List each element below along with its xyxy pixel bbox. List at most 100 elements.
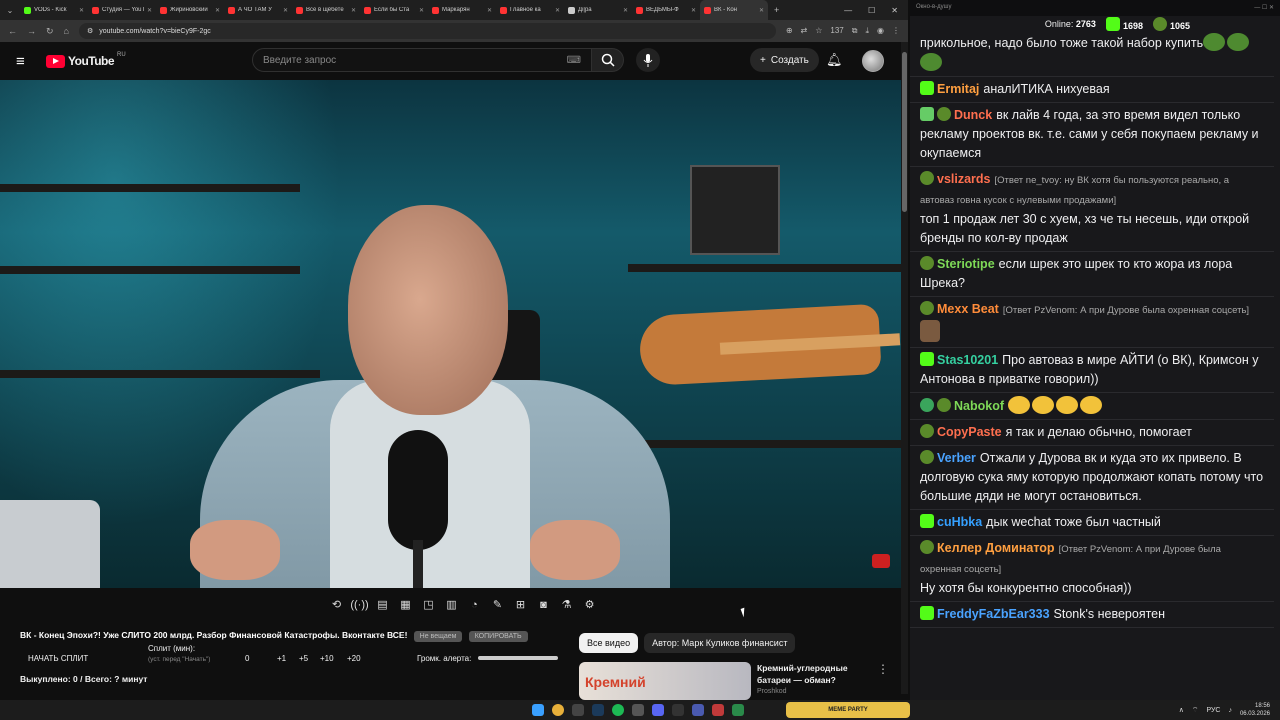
search-button[interactable] — [592, 48, 624, 72]
guide-menu-icon[interactable]: ≡ — [16, 53, 46, 70]
chat-username[interactable]: Steriotipe — [937, 257, 995, 271]
spotify-icon[interactable] — [612, 704, 624, 716]
tab-close-icon[interactable]: ✕ — [351, 7, 356, 14]
chip-author[interactable]: Автор: Марк Куликов финансист — [644, 633, 796, 653]
tab-close-icon[interactable]: ✕ — [555, 7, 560, 14]
new-tab-button[interactable]: + — [768, 5, 785, 15]
video-player[interactable] — [0, 80, 901, 588]
chat-username[interactable]: Mexx Beat — [937, 302, 999, 316]
add-screen-icon[interactable]: ⊞ — [512, 596, 529, 613]
chat-username[interactable]: CopyPaste — [937, 425, 1002, 439]
close-window-icon[interactable]: ✕ — [891, 6, 898, 15]
browser-tab[interactable]: ВК - Кон ✕ — [700, 0, 768, 20]
chat-window-controls[interactable]: — ☐ ✕ — [1254, 4, 1274, 12]
browser-tab[interactable]: Студия — YouTube✕ — [88, 0, 156, 20]
settings-gear-icon[interactable]: ⚙ — [581, 596, 598, 613]
zoom-icon[interactable]: ⊕ — [786, 26, 793, 36]
chat-username[interactable]: Келлер Доминатор — [937, 541, 1055, 555]
copy-button[interactable]: КОПИРОВАТЬ — [468, 631, 528, 642]
tab-close-icon[interactable]: ✕ — [79, 7, 84, 14]
more-actions-icon[interactable]: ⋮ — [877, 662, 889, 700]
forward-icon[interactable]: → — [27, 26, 36, 36]
loop-icon[interactable]: ⟲ — [328, 596, 345, 613]
recommended-title[interactable]: Кремний-углеродные батареи — обман? Pros… — [757, 662, 867, 700]
create-button[interactable]: + Создать — [750, 48, 819, 72]
browser-tab[interactable]: А ЧО ТАМ У ✕ — [224, 0, 292, 20]
chat-username[interactable]: Nabokof — [954, 399, 1004, 413]
browser-tab[interactable]: Если бы Ста ✕ — [360, 0, 428, 20]
extension-badge[interactable]: 137 — [830, 26, 843, 36]
discord-icon[interactable] — [652, 704, 664, 716]
chat-username[interactable]: Stas10201 — [937, 353, 998, 367]
speed-icon[interactable]: ◔ — [466, 596, 483, 613]
browser-tab[interactable]: Жириновский ✕ — [156, 0, 224, 20]
chat-username[interactable]: cuHbka — [937, 515, 982, 529]
chrome-icon[interactable] — [552, 704, 564, 716]
translate-icon[interactable]: ⇄ — [801, 26, 808, 36]
game-widget[interactable]: MEME PARTY — [786, 702, 910, 718]
language-indicator[interactable]: РУС — [1206, 707, 1220, 714]
chat-username[interactable]: FreddyFaZbEar333 — [937, 607, 1050, 621]
chat-username[interactable]: Verber — [937, 451, 976, 465]
chat-username[interactable]: Ermitaj — [937, 82, 979, 96]
voice-search-button[interactable] — [636, 48, 660, 72]
tab-close-icon[interactable]: ✕ — [487, 7, 492, 14]
start-split-button[interactable]: НАЧАТЬ СПЛИТ — [28, 654, 88, 663]
download-icon[interactable]: ⤓ — [865, 26, 869, 36]
app4-icon[interactable] — [732, 704, 744, 716]
start-windows-icon[interactable] — [532, 704, 544, 716]
alert-volume-slider[interactable] — [478, 656, 558, 660]
flask-icon[interactable]: ⚗ — [558, 596, 575, 613]
notifications-bell-icon[interactable]: 🔔︎ — [826, 52, 843, 68]
browser-tab[interactable]: Маркарян ✕ — [428, 0, 496, 20]
app-icon[interactable] — [632, 704, 644, 716]
tab-close-icon[interactable]: ✕ — [623, 7, 628, 14]
tab-close-icon[interactable]: ✕ — [147, 7, 152, 14]
tab-close-icon[interactable]: ✕ — [215, 7, 220, 14]
reload-icon[interactable]: ↻ — [46, 26, 54, 37]
account-avatar[interactable] — [862, 50, 884, 72]
chip-all-videos[interactable]: Все видео — [579, 633, 639, 653]
tab-close-icon[interactable]: ✕ — [419, 7, 424, 14]
clock[interactable]: 18:56 06.03.2026 — [1240, 702, 1270, 718]
browser-tab[interactable]: VODs - Kick ✕ — [20, 0, 88, 20]
search-input[interactable]: Введите запрос ⌨ — [252, 48, 592, 72]
browser-tab[interactable]: Главное ка ✕ — [496, 0, 564, 20]
chat-username[interactable]: vslizards — [937, 172, 991, 186]
split-plus-1-button[interactable]: +1 — [277, 654, 286, 663]
tab-close-icon[interactable]: ✕ — [283, 7, 288, 14]
network-icon[interactable]: ⌔ — [1192, 706, 1199, 715]
steam-icon[interactable] — [592, 704, 604, 716]
site-info-icon[interactable]: ⚙ — [87, 27, 93, 35]
media-player-icon[interactable] — [692, 704, 704, 716]
keyboard-icon[interactable]: ⌨ — [567, 55, 581, 66]
tab-search-icon[interactable]: ⌄ — [0, 6, 20, 15]
pip-icon[interactable]: ◳ — [420, 596, 437, 613]
address-field[interactable]: ⚙ youtube.com/watch?v=bieCy9F-2gc — [78, 23, 776, 39]
maximize-icon[interactable]: ☐ — [868, 6, 875, 15]
youtube-logo[interactable]: YouTube RU — [46, 52, 126, 68]
browser-tab[interactable]: Все в щёбете ✕ — [292, 0, 360, 20]
home-icon[interactable]: ⌂ — [64, 26, 69, 36]
tab-close-icon[interactable]: ✕ — [759, 7, 764, 14]
stream-icon[interactable]: ((·)) — [350, 596, 368, 613]
bookmark-star-icon[interactable]: ☆ — [815, 26, 822, 36]
recommended-video[interactable]: Кремний Кремний-углеродные батареи — обм… — [579, 662, 889, 700]
tray-chevron-icon[interactable]: ∧ — [1179, 706, 1184, 714]
recommended-thumbnail[interactable]: Кремний — [579, 662, 751, 700]
split-plus-20-button[interactable]: +20 — [347, 654, 361, 663]
pencil-icon[interactable]: ✎ — [489, 596, 506, 613]
app3-icon[interactable] — [712, 704, 724, 716]
video-settings-icon[interactable]: ▤ — [374, 596, 391, 613]
profile-icon[interactable]: ◉ — [877, 26, 884, 36]
cinema-icon[interactable]: ▥ — [443, 596, 460, 613]
youtube-watermark-icon[interactable] — [872, 554, 890, 568]
obs-icon[interactable] — [572, 704, 584, 716]
app2-icon[interactable] — [672, 704, 684, 716]
minimize-icon[interactable]: — — [844, 6, 852, 15]
screenshot-icon[interactable]: ◙ — [535, 596, 552, 613]
split-plus-10-button[interactable]: +10 — [320, 654, 334, 663]
chat-username[interactable]: Dunck — [954, 108, 992, 122]
browser-tab[interactable]: ВЕДЬМЫ-Ф ✕ — [632, 0, 700, 20]
split-plus-5-button[interactable]: +5 — [299, 654, 308, 663]
